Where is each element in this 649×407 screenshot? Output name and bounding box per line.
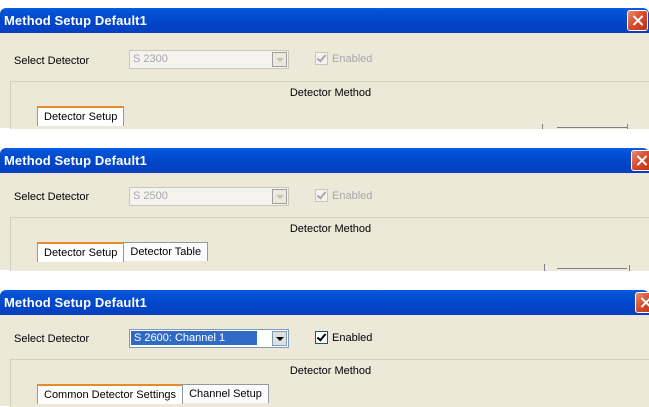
enabled-checkbox-label: Enabled <box>332 53 373 65</box>
tab-strip: Common Detector Settings Channel Setup <box>37 384 269 404</box>
divider <box>557 127 627 128</box>
enabled-checkbox[interactable] <box>315 331 328 344</box>
detector-select[interactable]: S 2500 <box>129 187 289 206</box>
dialog-panel-1: Method Setup Default1 Select Detector S … <box>0 8 649 129</box>
group-title: Detector Method <box>289 223 372 235</box>
window-title: Method Setup Default1 <box>4 153 147 168</box>
enabled-checkbox[interactable] <box>315 189 328 202</box>
tab-detector-table[interactable]: Detector Table <box>123 242 209 261</box>
chevron-down-icon[interactable] <box>272 189 287 204</box>
detector-method-group: Detector Method Common Detector Settings… <box>10 359 649 407</box>
detector-select-value: S 2600: Channel 1 <box>131 331 257 345</box>
divider <box>627 124 628 129</box>
window-title: Method Setup Default1 <box>4 295 147 310</box>
chevron-down-icon[interactable] <box>272 52 287 67</box>
tab-strip: Detector Setup Detector Table <box>37 242 209 262</box>
title-bar[interactable]: Method Setup Default1 <box>0 8 649 33</box>
detector-select-value: S 2500 <box>133 190 168 202</box>
detector-select[interactable]: S 2600: Channel 1 <box>129 329 289 348</box>
dialog-body: Select Detector S 2600: Channel 1 Enable… <box>0 315 649 407</box>
tab-common-detector-settings[interactable]: Common Detector Settings <box>37 384 184 404</box>
divider <box>542 124 543 129</box>
window-title: Method Setup Default1 <box>4 13 147 28</box>
close-icon[interactable] <box>635 292 649 313</box>
divider <box>629 265 630 271</box>
tab-detector-setup[interactable]: Detector Setup <box>37 106 125 126</box>
dialog-panel-3: Method Setup Default1 Select Detector S … <box>0 290 649 407</box>
enabled-checkbox-label: Enabled <box>332 190 373 202</box>
dialog-panel-2: Method Setup Default1 Select Detector S … <box>0 148 649 271</box>
close-icon[interactable] <box>631 150 649 171</box>
detector-method-group: Detector Method Detector Setup <box>10 81 649 129</box>
enabled-checkbox-label: Enabled <box>332 332 373 344</box>
title-bar[interactable]: Method Setup Default1 <box>0 148 649 173</box>
divider <box>557 268 627 269</box>
divider <box>544 264 545 271</box>
tab-strip: Detector Setup <box>37 106 125 126</box>
group-title: Detector Method <box>289 87 372 99</box>
detector-select[interactable]: S 2300 <box>129 50 289 69</box>
select-detector-label: Select Detector <box>14 191 90 203</box>
title-bar[interactable]: Method Setup Default1 <box>0 290 649 315</box>
tab-detector-setup[interactable]: Detector Setup <box>37 242 125 262</box>
chevron-down-icon[interactable] <box>272 331 287 346</box>
group-title: Detector Method <box>289 365 372 377</box>
select-detector-label: Select Detector <box>14 55 90 67</box>
select-detector-label: Select Detector <box>14 333 90 345</box>
detector-method-group: Detector Method Detector Setup Detector … <box>10 217 649 271</box>
close-icon[interactable] <box>627 10 648 31</box>
detector-select-value: S 2300 <box>133 53 168 65</box>
tab-channel-setup[interactable]: Channel Setup <box>182 384 269 403</box>
dialog-body: Select Detector S 2500 Enabled Detector … <box>0 173 649 271</box>
dialog-body: Select Detector S 2300 Enabled Detector … <box>0 33 649 129</box>
enabled-checkbox[interactable] <box>315 52 328 65</box>
